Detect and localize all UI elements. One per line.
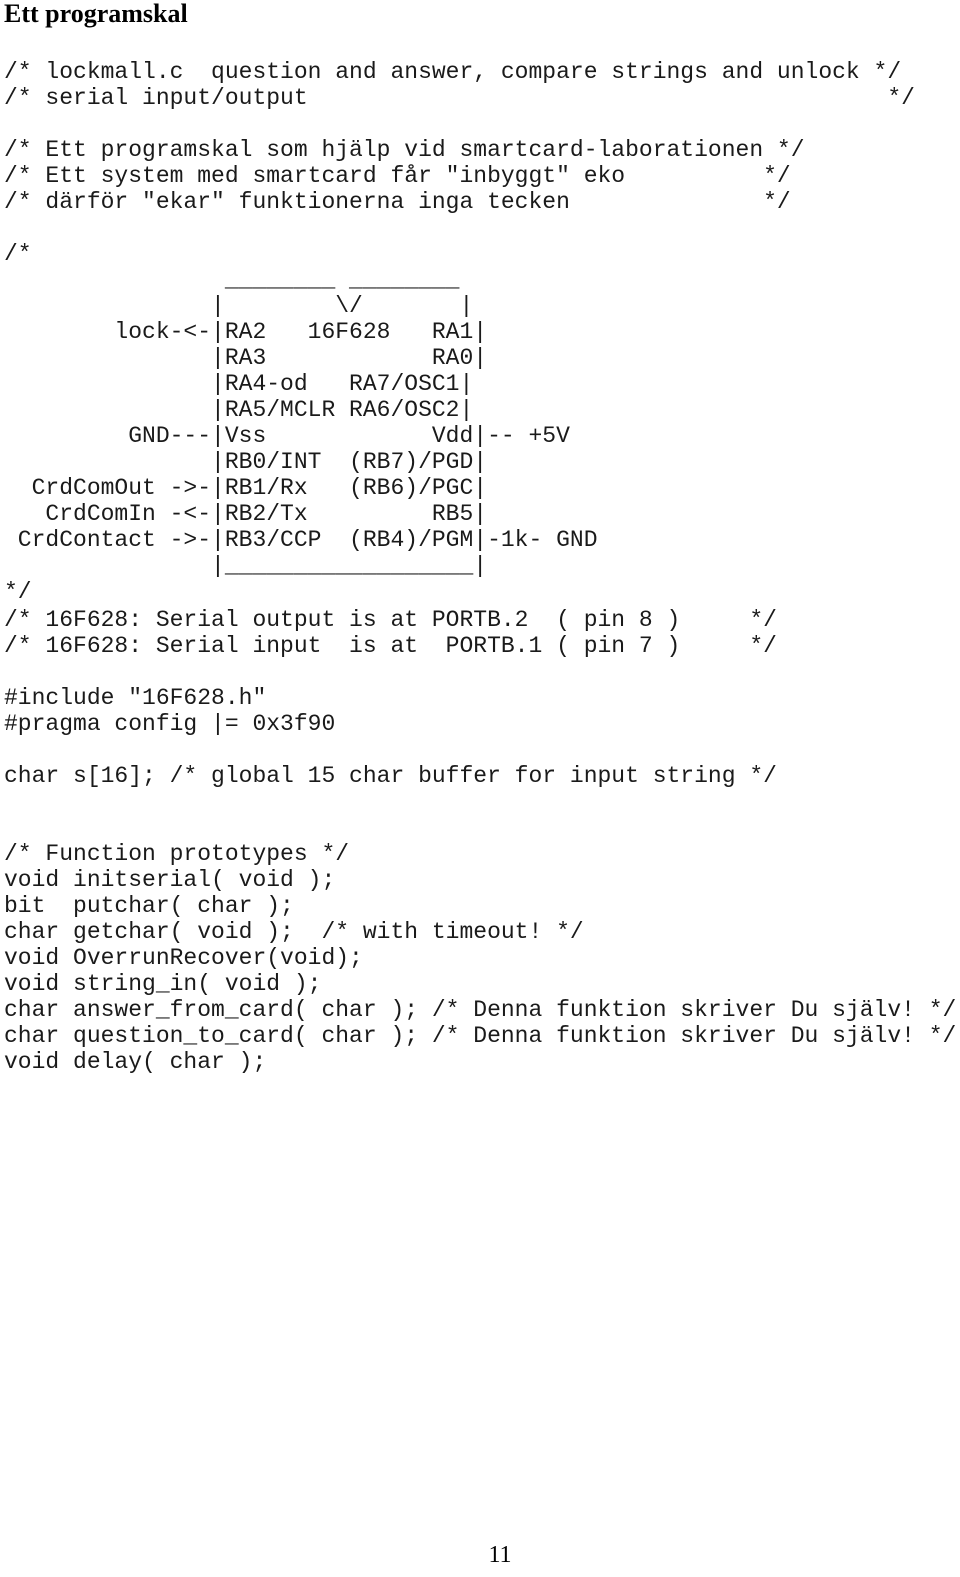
diagram-line: |RA3 RA0|: [4, 345, 488, 371]
code-line: #include "16F628.h": [4, 685, 267, 711]
code-line: char question_to_card( char ); /* Denna …: [4, 1023, 957, 1049]
diagram-line: CrdComIn -<-|RB2/Tx RB5|: [4, 501, 488, 527]
code-line: void delay( char );: [4, 1049, 267, 1075]
diagram-line: /*: [4, 241, 32, 267]
code-line: /* därför "ekar" funktionerna inga tecke…: [4, 189, 791, 215]
diagram-line: CrdContact ->-|RB3/CCP (RB4)/PGM|-1k- GN…: [4, 527, 598, 553]
code-line: /* serial input/output */: [4, 85, 915, 111]
port-comment-block: /* 16F628: Serial output is at PORTB.2 (…: [4, 607, 777, 659]
code-line: /* 16F628: Serial output is at PORTB.2 (…: [4, 607, 777, 633]
code-line: void initserial( void );: [4, 867, 336, 893]
pinout-diagram: /* ________ ________ | \/ | lock-<-|RA2 …: [4, 241, 598, 605]
diagram-line: |RA4-od RA7/OSC1|: [4, 371, 474, 397]
diagram-line: GND---|Vss Vdd|-- +5V: [4, 423, 570, 449]
code-line: char answer_from_card( char ); /* Denna …: [4, 997, 957, 1023]
code-line: void string_in( void );: [4, 971, 322, 997]
diagram-line: lock-<-|RA2 16F628 RA1|: [4, 319, 488, 345]
diagram-line: |__________________|: [4, 553, 488, 579]
code-line: char s[16]; /* global 15 char buffer for…: [4, 763, 777, 789]
diagram-line: CrdComOut ->-|RB1/Rx (RB6)/PGC|: [4, 475, 488, 501]
prototypes-block: /* Function prototypes */void initserial…: [4, 841, 956, 1075]
diagram-line: |RA5/MCLR RA6/OSC2|: [4, 397, 474, 423]
globals-block: char s[16]; /* global 15 char buffer for…: [4, 763, 777, 789]
code-line: #pragma config |= 0x3f90: [4, 711, 336, 737]
code-line: char getchar( void ); /* with timeout! *…: [4, 919, 584, 945]
diagram-line: */: [4, 579, 32, 605]
diagram-line: |RB0/INT (RB7)/PGD|: [4, 449, 488, 475]
code-line: /* Ett system med smartcard får "inbyggt…: [4, 163, 791, 189]
page-number: 11: [488, 1542, 512, 1568]
preprocessor-block: #include "16F628.h" #pragma config |= 0x3…: [4, 685, 335, 737]
code-line: /* 16F628: Serial input is at PORTB.1 ( …: [4, 633, 777, 659]
page-title: Ett programskal: [4, 0, 188, 28]
header-comment-block: /* lockmall.c question and answer, compa…: [4, 59, 915, 215]
code-line: /* Ett programskal som hjälp vid smartca…: [4, 137, 805, 163]
diagram-line: | \/ |: [4, 293, 474, 319]
code-line: /* Function prototypes */: [4, 841, 350, 867]
code-line: void OverrunRecover(void);: [4, 945, 363, 971]
code-line: bit putchar( char );: [4, 893, 294, 919]
diagram-line: ________ ________: [4, 267, 460, 293]
code-line: /* lockmall.c question and answer, compa…: [4, 59, 902, 85]
